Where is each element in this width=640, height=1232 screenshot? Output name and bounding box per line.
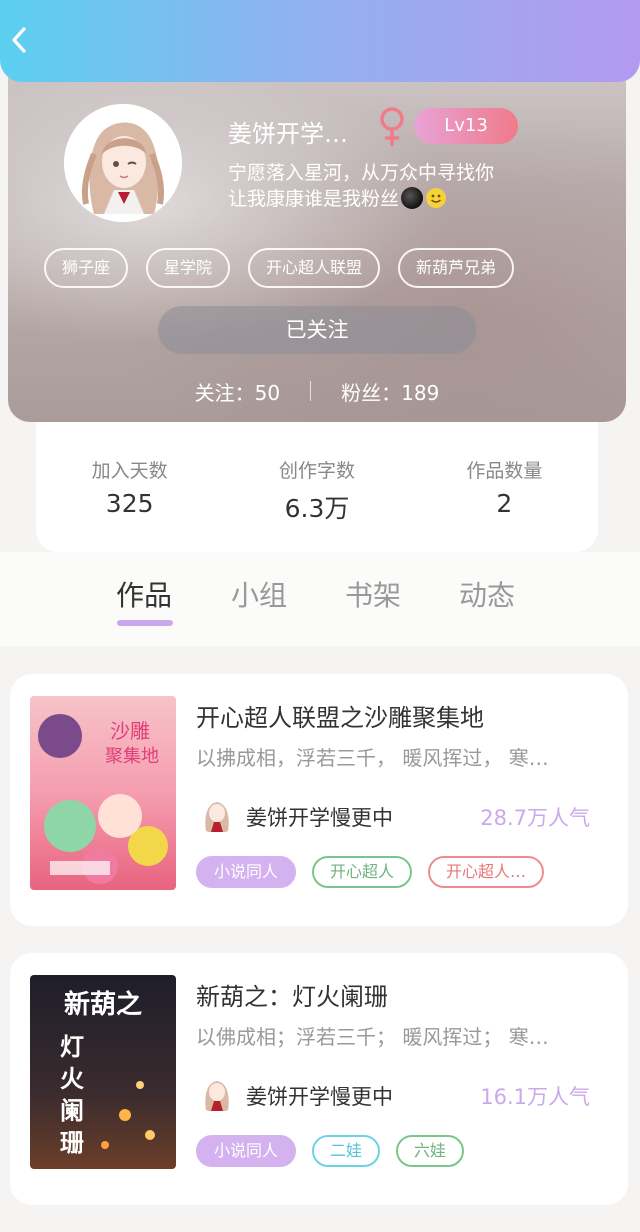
work-tag[interactable]: 二娃 bbox=[312, 1135, 381, 1167]
svg-text:珊: 珊 bbox=[60, 1129, 84, 1157]
work-card[interactable]: 新葫之 灯 火 阑 珊 新葫之：灯火阑珊 以佛成相；浮若三千； 暖风挥过； 寒…… bbox=[10, 953, 628, 1205]
author-name[interactable]: 姜饼开学慢更中 bbox=[246, 1081, 393, 1111]
avatar-illustration bbox=[64, 104, 182, 222]
stat-label: 作品数量 bbox=[466, 460, 543, 482]
work-cover[interactable]: 新葫之 灯 火 阑 珊 bbox=[30, 975, 176, 1169]
top-bar bbox=[0, 0, 640, 82]
tab-bookshelf[interactable]: 书架 bbox=[345, 574, 401, 614]
work-title[interactable]: 新葫之：灯火阑珊 bbox=[196, 977, 388, 1012]
profile-tags: 狮子座 星学院 开心超人联盟 新葫芦兄弟 bbox=[44, 248, 515, 288]
chevron-left-icon bbox=[12, 27, 26, 53]
follow-stats: 关注：50 粉丝：189 bbox=[8, 376, 626, 406]
svg-text:聚集地: 聚集地 bbox=[105, 746, 159, 767]
stat-work-count: 作品数量 2 bbox=[411, 456, 598, 552]
stats-divider bbox=[310, 381, 312, 401]
work-tag[interactable]: 六娃 bbox=[396, 1135, 465, 1167]
profile-tag-brothers[interactable]: 新葫芦兄弟 bbox=[398, 248, 515, 288]
author-avatar-image bbox=[196, 792, 238, 834]
black-face-emoji-icon bbox=[401, 187, 424, 209]
svg-text:新葫之: 新葫之 bbox=[64, 989, 142, 1020]
profile-card: 姜饼开学… Lv13 宁愿落入星河，从万众中寻找你 让我康康谁是我粉丝 狮子座 … bbox=[8, 60, 626, 422]
svg-text:灯: 灯 bbox=[60, 1033, 84, 1061]
work-tag[interactable]: 开心超人 bbox=[312, 856, 413, 888]
tab-works[interactable]: 作品 bbox=[116, 574, 172, 614]
tab-activity[interactable]: 动态 bbox=[459, 574, 515, 614]
bio: 宁愿落入星河，从万众中寻找你 让我康康谁是我粉丝 bbox=[228, 160, 568, 212]
work-tags: 小说同人 开心超人 开心超人… bbox=[196, 856, 545, 888]
tab-bar: 作品 小组 书架 动态 bbox=[0, 552, 640, 646]
back-button[interactable] bbox=[4, 22, 34, 58]
follow-button[interactable]: 已关注 bbox=[158, 306, 476, 354]
following-count[interactable]: 关注：50 bbox=[195, 377, 280, 406]
work-description: 以拂成相，浮若三千， 暖风挥过， 寒… bbox=[196, 746, 549, 770]
profile-tag-league[interactable]: 开心超人联盟 bbox=[248, 248, 381, 288]
active-tab-indicator bbox=[117, 620, 173, 626]
stat-value: 2 bbox=[496, 489, 513, 518]
work-card[interactable]: 沙雕 聚集地 开心超人联盟之沙雕聚集地 以拂成相，浮若三千， 暖风挥过， 寒… … bbox=[10, 674, 628, 926]
profile-tag-academy[interactable]: 星学院 bbox=[146, 248, 231, 288]
stats-panel: 加入天数 325 创作字数 6.3万 作品数量 2 bbox=[36, 408, 598, 552]
author-name[interactable]: 姜饼开学慢更中 bbox=[246, 802, 393, 832]
author-avatar-image bbox=[196, 1071, 238, 1113]
stat-label: 加入天数 bbox=[91, 460, 168, 482]
avatar[interactable] bbox=[64, 104, 182, 222]
svg-text:阑: 阑 bbox=[60, 1097, 84, 1125]
work-cover[interactable]: 沙雕 聚集地 bbox=[30, 696, 176, 890]
cover-image-2: 新葫之 灯 火 阑 珊 bbox=[30, 975, 176, 1169]
work-tag[interactable]: 小说同人 bbox=[196, 1135, 297, 1167]
bio-line-2-text: 让我康康谁是我粉丝 bbox=[228, 188, 400, 210]
work-tags: 小说同人 二娃 六娃 bbox=[196, 1135, 465, 1167]
stat-word-count: 创作字数 6.3万 bbox=[223, 456, 410, 552]
bio-line-2: 让我康康谁是我粉丝 bbox=[228, 186, 568, 212]
smiley-emoji-icon bbox=[426, 188, 447, 208]
author-avatar[interactable] bbox=[196, 792, 238, 834]
work-tag[interactable]: 开心超人… bbox=[428, 856, 545, 888]
cover-image-1: 沙雕 聚集地 bbox=[30, 696, 176, 890]
svg-text:火: 火 bbox=[60, 1065, 84, 1093]
svg-text:沙雕: 沙雕 bbox=[110, 719, 150, 743]
profile-tag-zodiac[interactable]: 狮子座 bbox=[44, 248, 129, 288]
stat-value: 6.3万 bbox=[284, 494, 350, 523]
work-title[interactable]: 开心超人联盟之沙雕聚集地 bbox=[196, 698, 484, 733]
work-description: 以佛成相；浮若三千； 暖风挥过； 寒… bbox=[196, 1025, 549, 1049]
stat-join-days: 加入天数 325 bbox=[36, 456, 223, 552]
username: 姜饼开学… bbox=[228, 120, 348, 148]
level-badge: Lv13 bbox=[414, 108, 518, 144]
bio-line-1: 宁愿落入星河，从万众中寻找你 bbox=[228, 162, 495, 184]
stat-label: 创作字数 bbox=[278, 460, 355, 482]
author-avatar[interactable] bbox=[196, 1071, 238, 1113]
popularity-count: 16.1万人气 bbox=[480, 1085, 590, 1109]
work-tag[interactable]: 小说同人 bbox=[196, 856, 297, 888]
stat-value: 325 bbox=[105, 489, 154, 518]
popularity-count: 28.7万人气 bbox=[480, 806, 590, 830]
female-icon bbox=[380, 107, 404, 146]
followers-count[interactable]: 粉丝：189 bbox=[341, 377, 439, 406]
tab-groups[interactable]: 小组 bbox=[231, 574, 287, 614]
